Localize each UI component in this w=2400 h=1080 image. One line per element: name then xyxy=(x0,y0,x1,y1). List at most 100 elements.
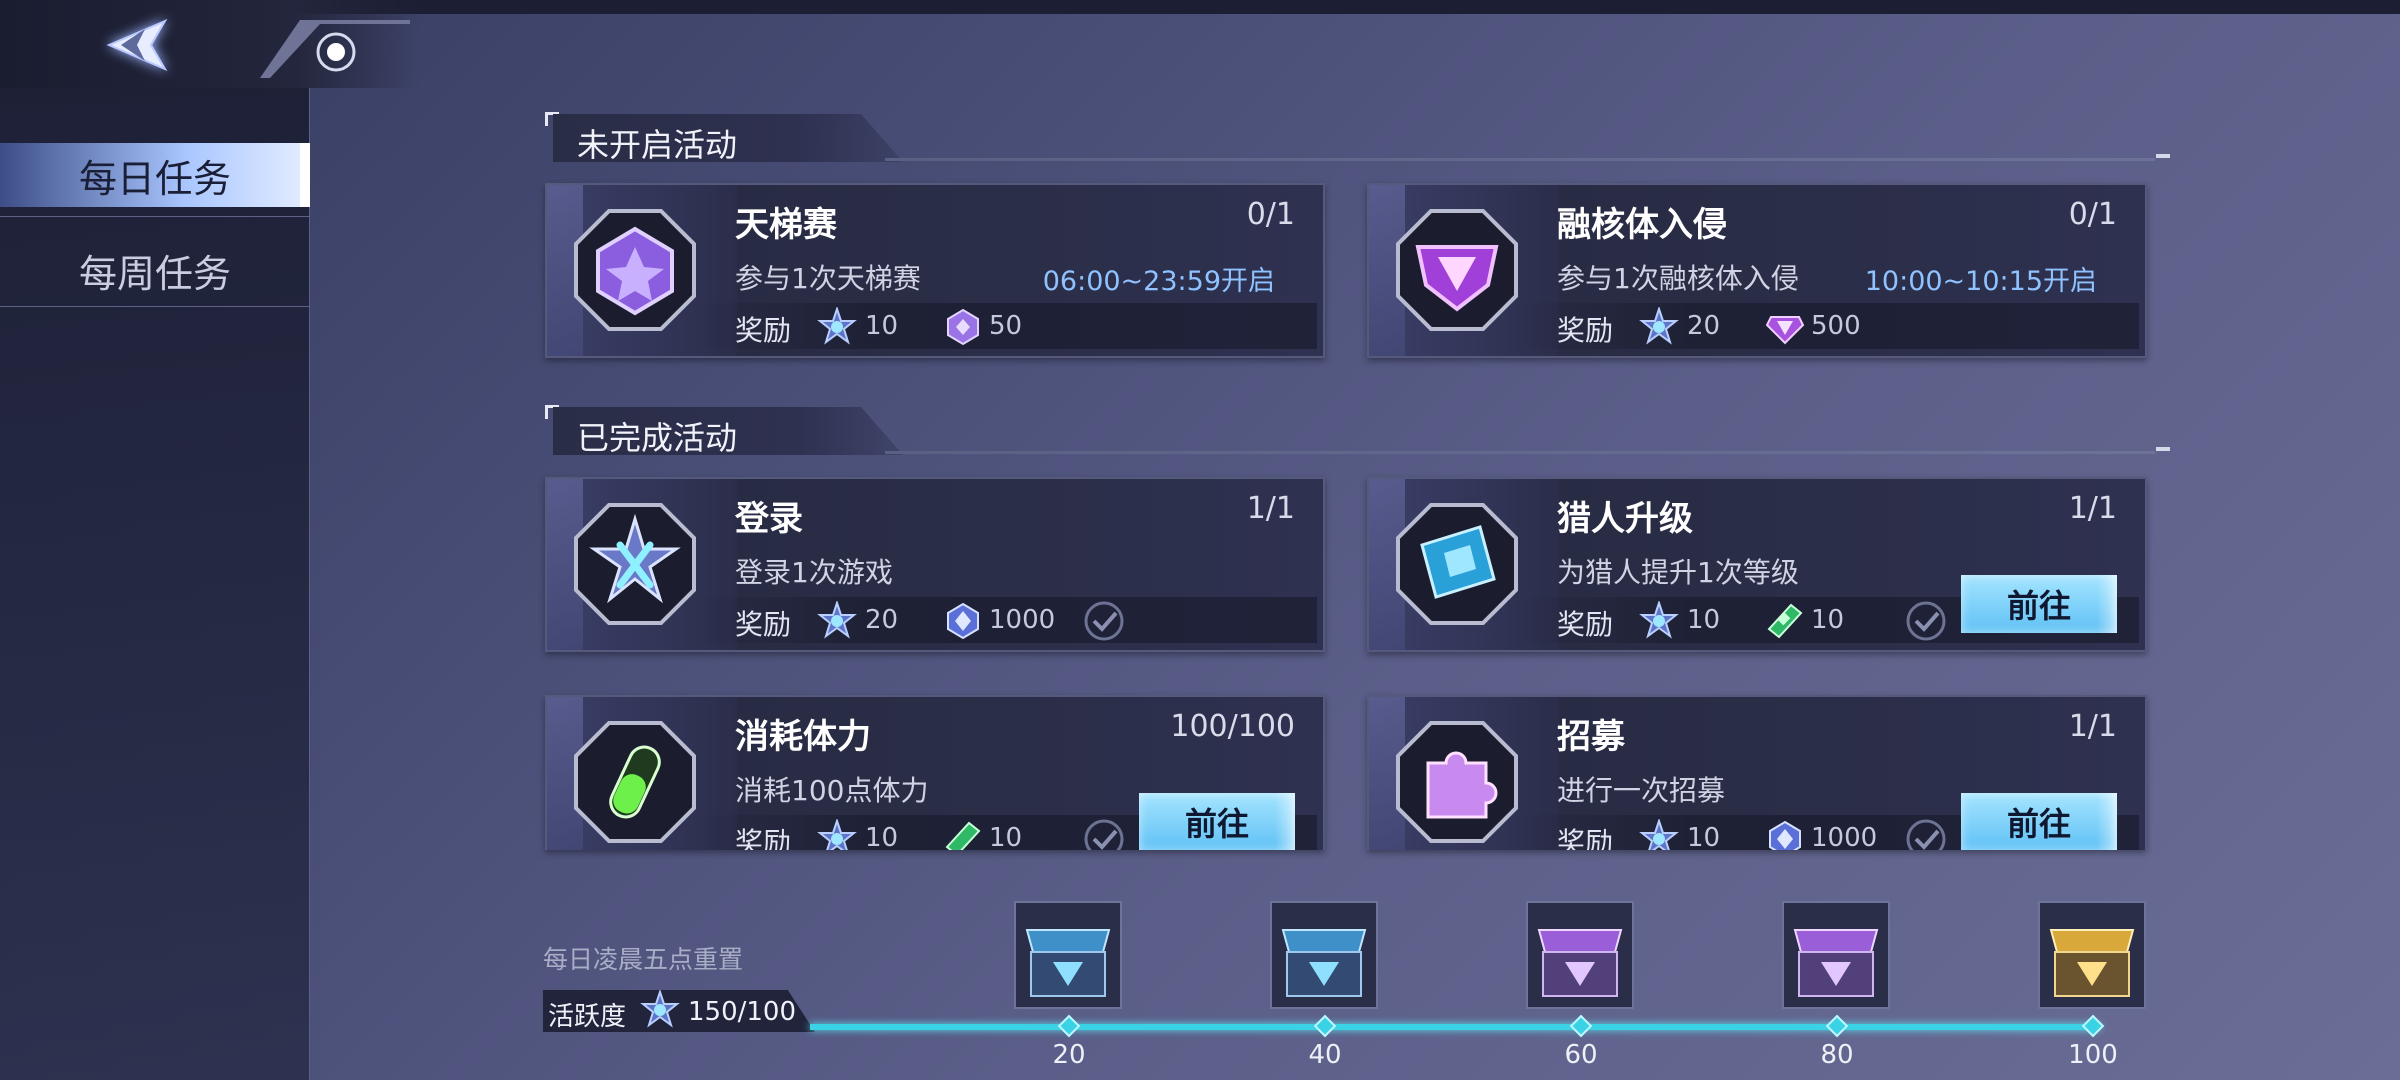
reward-item-value: 1000 xyxy=(989,605,1056,635)
sidebar: 每日任务 每周任务 xyxy=(0,88,310,1080)
task-title: 登录 xyxy=(735,499,803,539)
task-card-fusion[interactable]: 融核体入侵 0/1 参与1次融核体入侵 10:00~10:15开启 奖励 20 … xyxy=(1367,183,2147,358)
tab-weekly-tasks[interactable]: 每周任务 xyxy=(0,238,310,302)
milestone-node xyxy=(1569,1014,1593,1038)
milestone-label: 60 xyxy=(1564,1040,1598,1070)
task-title: 消耗体力 xyxy=(735,717,871,757)
reward-item-value: 50 xyxy=(989,311,1023,341)
section-line xyxy=(885,158,2155,161)
tab-daily-tasks[interactable]: 每日任务 xyxy=(0,143,310,207)
reward-label: 奖励 xyxy=(1557,314,1614,347)
activity-star-icon xyxy=(640,990,680,1028)
milestone-node xyxy=(2081,1014,2105,1038)
section-endmark xyxy=(2156,154,2170,158)
section-line xyxy=(885,451,2155,454)
purple-crystal-icon xyxy=(947,308,979,346)
completed-check-icon xyxy=(1084,819,1124,850)
task-description: 参与1次融核体入侵 xyxy=(1557,262,1799,295)
ladder-badge-icon xyxy=(572,207,698,333)
go-button[interactable]: 前往 xyxy=(1961,793,2117,850)
green-ticket-icon xyxy=(1767,603,1803,639)
reward-activity-value: 10 xyxy=(865,311,899,341)
milestone-label: 100 xyxy=(2068,1040,2118,1070)
reward-label: 奖励 xyxy=(1557,608,1614,641)
task-card-recruit[interactable]: 招募 1/1 进行一次招募 奖励 10 1000 前往 xyxy=(1367,695,2147,850)
fusion-badge-icon xyxy=(1394,207,1520,333)
activity-star-icon xyxy=(1639,601,1679,639)
reward-item-value: 10 xyxy=(989,823,1023,850)
reward-activity-value: 10 xyxy=(865,823,899,850)
activity-value: 150/100 xyxy=(688,997,797,1027)
task-card-hunter[interactable]: 猎人升级 1/1 为猎人提升1次等级 奖励 10 10 前往 xyxy=(1367,477,2147,652)
purple-chest-icon xyxy=(1782,901,1890,1009)
task-progress: 0/1 xyxy=(1246,197,1295,232)
reward-label: 奖励 xyxy=(735,826,792,850)
login-badge-icon xyxy=(572,501,698,627)
task-progress: 0/1 xyxy=(2068,197,2117,232)
reward-item-value: 10 xyxy=(1811,605,1845,635)
task-progress: 100/100 xyxy=(1170,709,1295,744)
completed-check-icon xyxy=(1906,601,1946,641)
reward-activity-value: 10 xyxy=(1687,823,1721,850)
back-button[interactable] xyxy=(90,10,180,80)
go-button-label: 前往 xyxy=(2006,805,2071,843)
blue-diamond-icon xyxy=(947,602,979,640)
blue-chest-icon xyxy=(1270,901,1378,1009)
task-progress: 1/1 xyxy=(1246,491,1295,526)
reward-chest-20[interactable] xyxy=(1013,900,1123,1010)
completed-check-icon xyxy=(1084,601,1124,641)
reward-activity-value: 10 xyxy=(1687,605,1721,635)
task-title: 招募 xyxy=(1557,717,1625,757)
task-title: 猎人升级 xyxy=(1557,499,1693,539)
completed-check-icon xyxy=(1906,819,1946,850)
purple-chest-icon xyxy=(1526,901,1634,1009)
task-card-stamina[interactable]: 消耗体力 100/100 消耗100点体力 奖励 10 10 前往 xyxy=(545,695,1325,850)
hunter-book-icon xyxy=(1394,501,1520,627)
milestone-node xyxy=(1057,1014,1081,1038)
reward-chest-40[interactable] xyxy=(1269,900,1379,1010)
tab-weekly-label: 每周任务 xyxy=(78,251,231,296)
task-card-ladder[interactable]: 天梯赛 0/1 参与1次天梯赛 06:00~23:59开启 奖励 10 50 xyxy=(545,183,1325,358)
recruit-puzzle-icon xyxy=(1394,719,1520,845)
milestone-label: 80 xyxy=(1820,1040,1854,1070)
home-dot-icon xyxy=(260,20,410,78)
go-button-label: 前往 xyxy=(2006,587,2071,625)
active-indicator xyxy=(300,143,310,207)
reward-label: 奖励 xyxy=(735,314,792,347)
tab-daily-label: 每日任务 xyxy=(78,156,231,201)
activity-star-icon xyxy=(817,307,857,345)
go-button[interactable]: 前往 xyxy=(1961,575,2117,633)
section-endmark xyxy=(2156,447,2170,451)
section-title: 已完成活动 xyxy=(577,419,738,457)
section-not-started: 未开启活动 xyxy=(545,112,2170,164)
activity-star-icon xyxy=(817,601,857,639)
activity-star-icon xyxy=(1639,819,1679,850)
task-title: 融核体入侵 xyxy=(1557,205,1727,245)
divider xyxy=(0,306,310,307)
reward-item-value: 1000 xyxy=(1811,823,1878,850)
task-description: 消耗100点体力 xyxy=(735,774,929,807)
purple-gem-icon xyxy=(1765,316,1805,345)
task-progress: 1/1 xyxy=(2068,709,2117,744)
task-description: 进行一次招募 xyxy=(1557,774,1726,807)
reward-chest-100[interactable] xyxy=(2037,900,2147,1010)
gold-chest-icon xyxy=(2038,901,2146,1009)
task-progress: 1/1 xyxy=(2068,491,2117,526)
milestone-label: 20 xyxy=(1052,1040,1086,1070)
home-button[interactable] xyxy=(260,20,410,78)
green-ticket-icon xyxy=(945,821,981,850)
reward-chest-80[interactable] xyxy=(1781,900,1891,1010)
reward-item-value: 500 xyxy=(1811,311,1861,341)
activity-label: 活跃度 xyxy=(548,1002,627,1032)
activity-progress-track xyxy=(810,1024,2100,1030)
go-button[interactable]: 前往 xyxy=(1139,793,1295,850)
blue-diamond-icon xyxy=(1769,820,1801,850)
divider xyxy=(0,216,310,217)
task-open-time: 10:00~10:15开启 xyxy=(1864,266,2097,297)
blue-chest-icon xyxy=(1014,901,1122,1009)
task-card-login[interactable]: 登录 1/1 登录1次游戏 奖励 20 1000 xyxy=(545,477,1325,652)
reward-chest-60[interactable] xyxy=(1525,900,1635,1010)
activity-star-icon xyxy=(1639,307,1679,345)
milestone-label: 40 xyxy=(1308,1040,1342,1070)
task-description: 登录1次游戏 xyxy=(735,556,893,589)
